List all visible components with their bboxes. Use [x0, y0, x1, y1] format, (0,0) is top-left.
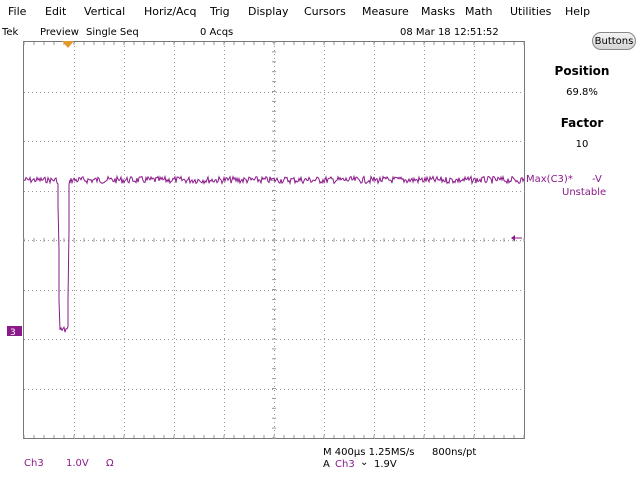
timebase-readout: M 400µs 1.25MS/s [323, 447, 415, 458]
termination-icon: Ω [106, 458, 114, 469]
vertical-scale: 1.0V [66, 458, 89, 469]
channel-label[interactable]: Ch3 [24, 458, 44, 469]
trigger-level: 1.9V [374, 459, 397, 470]
measurement-label: Max(C3)* [526, 174, 573, 185]
graticule-grid [23, 41, 525, 439]
measurement-state: Unstable [562, 187, 607, 198]
trigger-source: Ch3 [335, 459, 355, 470]
channel3-marker-label: 3 [10, 328, 16, 338]
measurement-value: -V [592, 174, 602, 185]
scope-display: 3 [7, 41, 525, 439]
trigger-prefix: A [323, 459, 330, 470]
trigger-slope-icon: ⌄ [360, 457, 369, 468]
channel3-ground-marker: 3 [7, 326, 22, 338]
record-resolution: 800ns/pt [432, 447, 477, 458]
